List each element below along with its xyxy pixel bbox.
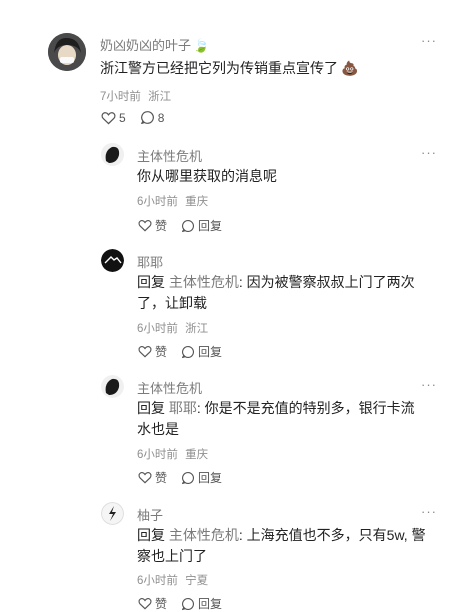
- heart-icon: [138, 220, 152, 232]
- reply-author[interactable]: 主体性危机: [137, 378, 202, 397]
- timestamp: 7小时前: [100, 91, 141, 103]
- like-button[interactable]: 5: [101, 111, 126, 125]
- location: 重庆: [185, 449, 209, 461]
- reply-text: 回复 主体性危机: 因为被警察叔叔上门了两次了，让卸载: [137, 272, 427, 314]
- reply-colon: :: [196, 400, 201, 416]
- more-options-icon[interactable]: ···: [421, 504, 437, 519]
- reply-to-user[interactable]: 主体性危机: [169, 527, 239, 543]
- more-options-icon[interactable]: ···: [421, 145, 437, 160]
- comment-text: 浙江警方已经把它列为传销重点宣传了: [100, 60, 338, 76]
- location: 浙江: [185, 323, 209, 335]
- reply-text: 回复 耶耶: 你是不是充值的特别多，银行卡流水也是: [137, 398, 427, 440]
- reply-text: 回复 主体性危机: 上海充值也不多，只有5w, 警察也上门了: [137, 525, 437, 567]
- heart-icon: [138, 598, 152, 610]
- reply-label: 回复: [198, 219, 223, 233]
- reply-button[interactable]: 回复: [181, 217, 222, 234]
- timestamp: 6小时前: [137, 449, 178, 461]
- location: 浙江: [148, 91, 172, 103]
- like-label: 赞: [155, 597, 168, 611]
- reply-label: 回复: [198, 345, 223, 359]
- reply-author[interactable]: 柚子: [137, 505, 163, 524]
- reply-author[interactable]: 耶耶: [137, 252, 163, 271]
- reply-meta: 6小时前 重庆: [137, 193, 208, 209]
- reply-meta: 6小时前 宁夏: [137, 572, 208, 588]
- reply-label: 回复: [198, 471, 223, 485]
- author-name[interactable]: 奶凶奶凶的叶子: [100, 38, 191, 53]
- reply-to-user[interactable]: 主体性危机: [169, 274, 239, 290]
- comment-meta: 7小时前 浙江: [100, 88, 171, 104]
- reply-prefix: 回复: [137, 527, 165, 543]
- reply-author[interactable]: 主体性危机: [137, 146, 202, 165]
- like-button[interactable]: 赞: [138, 343, 167, 360]
- avatar[interactable]: [48, 33, 86, 71]
- more-options-icon[interactable]: ···: [421, 377, 437, 392]
- avatar[interactable]: [101, 502, 124, 525]
- leaf-emoji: 🍃: [193, 38, 210, 53]
- like-label: 赞: [155, 219, 168, 233]
- avatar[interactable]: [101, 375, 124, 398]
- comment-bubble-icon: [182, 471, 194, 484]
- like-button[interactable]: 赞: [138, 595, 167, 612]
- reply-prefix: 回复: [137, 400, 165, 416]
- timestamp: 6小时前: [137, 196, 178, 208]
- like-button[interactable]: 赞: [138, 217, 167, 234]
- comment-bubble-icon: [140, 111, 154, 125]
- reply-colon: :: [238, 527, 243, 543]
- location: 重庆: [185, 196, 209, 208]
- heart-icon: [138, 472, 152, 484]
- more-options-icon[interactable]: ···: [421, 33, 437, 48]
- reply-prefix: 回复: [137, 274, 165, 290]
- reply-button[interactable]: 回复: [181, 595, 222, 612]
- reply-label: 回复: [198, 597, 223, 611]
- comment-bubble-icon: [182, 219, 194, 232]
- reply-colon: :: [238, 274, 243, 290]
- comment-bubble-icon: [182, 597, 194, 610]
- reply-count: 8: [157, 110, 165, 125]
- like-count: 5: [119, 110, 126, 125]
- timestamp: 6小时前: [137, 323, 178, 335]
- heart-icon: [138, 346, 152, 358]
- reply-to-user[interactable]: 耶耶: [169, 400, 197, 416]
- like-label: 赞: [155, 345, 168, 359]
- reply-meta: 6小时前 重庆: [137, 446, 208, 462]
- timestamp: 6小时前: [137, 575, 178, 587]
- like-label: 赞: [155, 471, 168, 485]
- avatar[interactable]: [101, 249, 124, 272]
- reply-meta: 6小时前 浙江: [137, 320, 208, 336]
- reply-button[interactable]: 回复: [181, 343, 222, 360]
- reply-text: 你从哪里获取的消息呢: [137, 168, 277, 184]
- avatar[interactable]: [101, 143, 124, 166]
- reply-count-button[interactable]: 8: [140, 110, 165, 125]
- heart-icon: [101, 111, 116, 124]
- location: 宁夏: [185, 575, 209, 587]
- poop-emoji: 💩: [341, 60, 359, 76]
- comment-bubble-icon: [182, 345, 194, 358]
- like-button[interactable]: 赞: [138, 469, 167, 486]
- reply-button[interactable]: 回复: [181, 469, 222, 486]
